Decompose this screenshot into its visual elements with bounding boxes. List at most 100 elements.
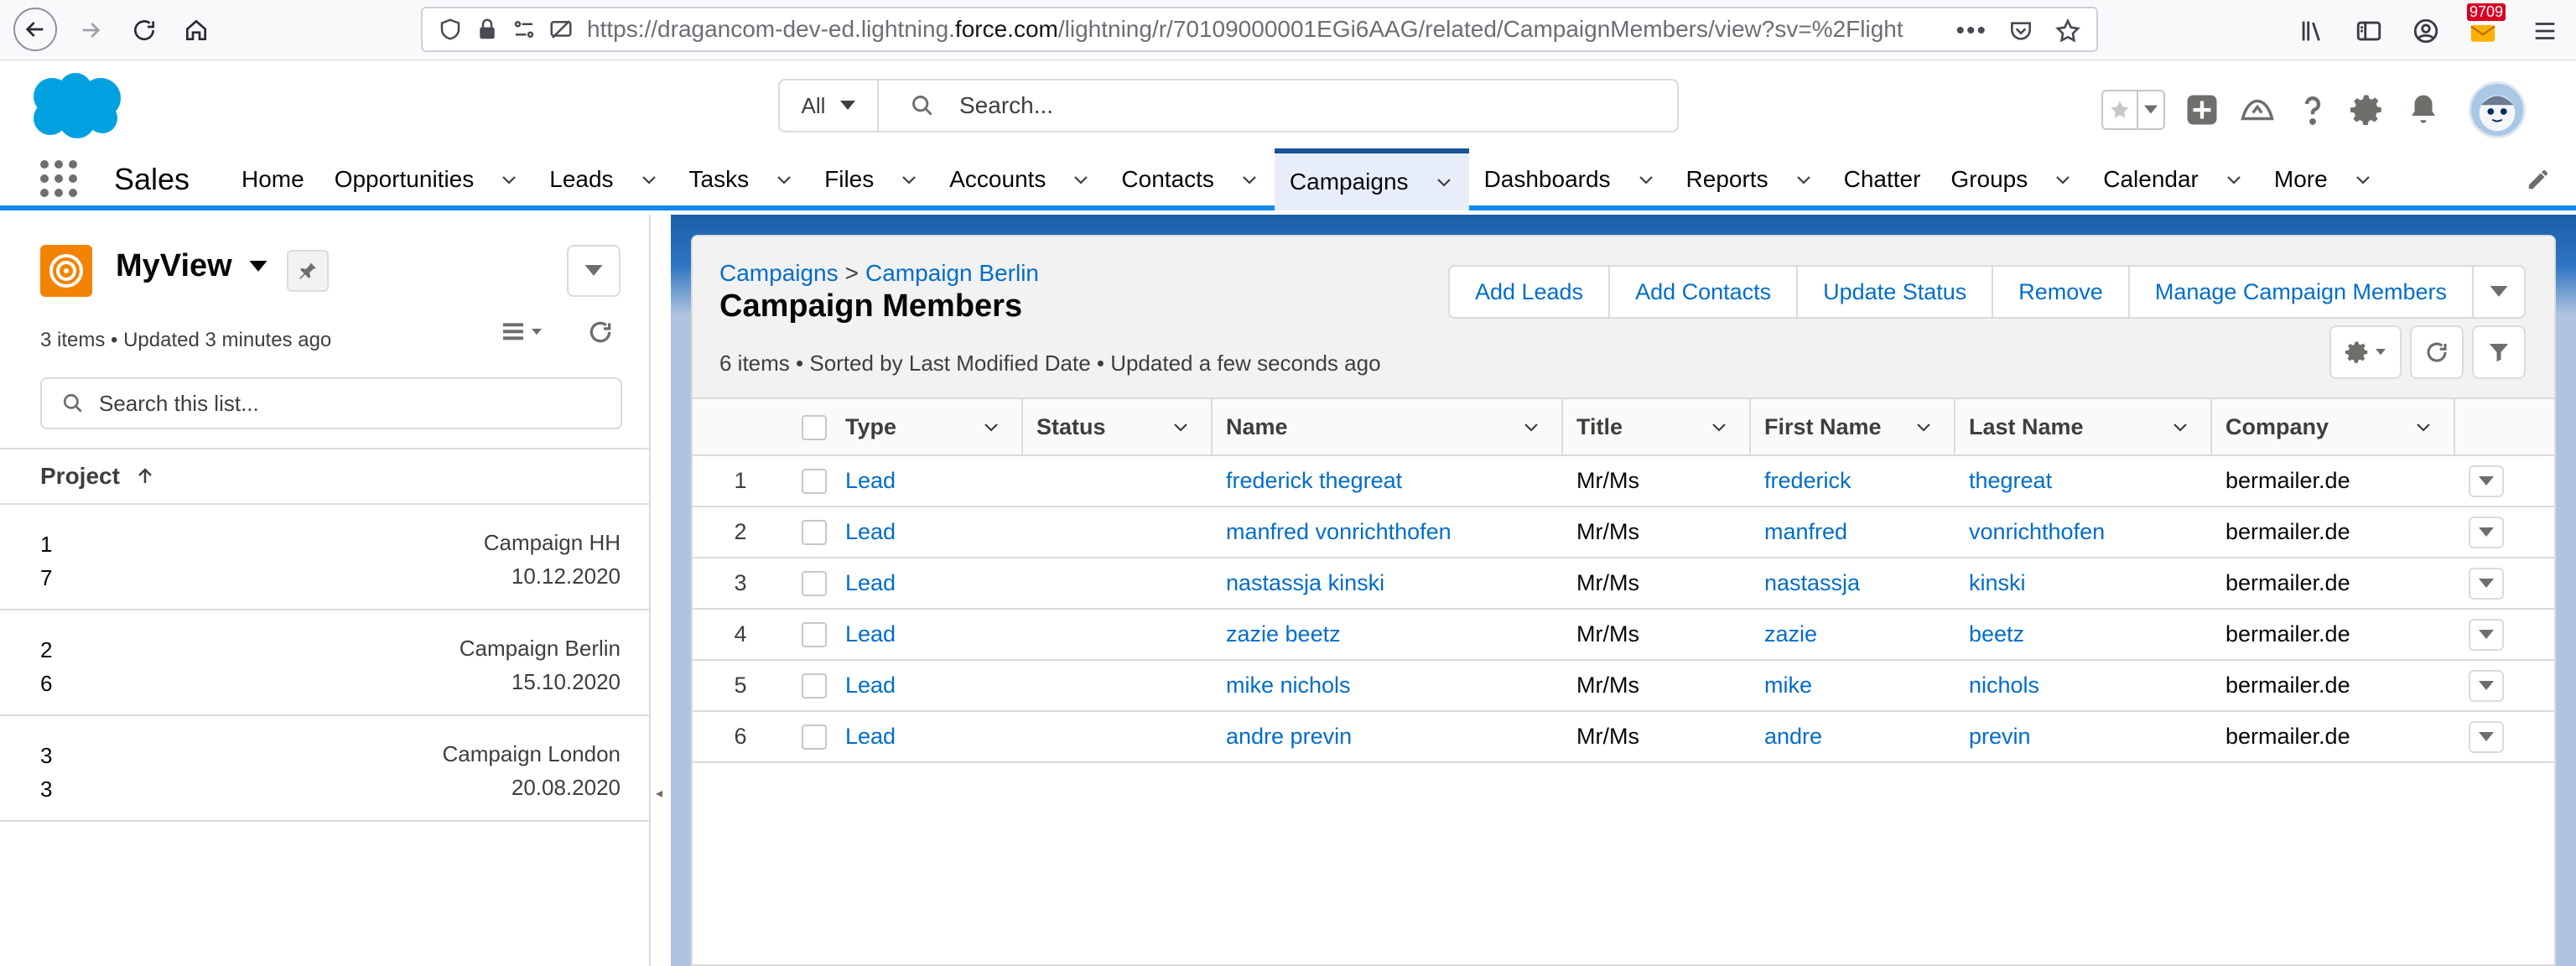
row-checkbox[interactable] [802,724,827,750]
remove-button[interactable]: Remove [1993,267,2130,317]
global-search-input[interactable] [959,92,1630,119]
display-as-button[interactable] [500,319,542,345]
add-leads-button[interactable]: Add Leads [1450,267,1611,317]
chevron-down-icon[interactable] [1171,417,1191,437]
page-actions-icon[interactable]: ••• [1955,17,1987,45]
nav-item-reports[interactable]: Reports [1671,148,1829,210]
app-launcher-button[interactable] [40,160,77,197]
column-header-name[interactable]: Name [1213,399,1563,456]
library-icon[interactable] [2298,17,2326,45]
nav-item-opportunities[interactable]: Opportunities [319,148,535,210]
search-scope-select[interactable]: All [780,80,879,131]
row-actions-button[interactable] [2469,516,2504,548]
sort-by-project-header[interactable]: Project [0,449,649,505]
back-button[interactable] [13,8,57,51]
menu-icon[interactable] [2531,17,2559,45]
nav-item-groups[interactable]: Groups [1935,148,2088,210]
pocket-icon[interactable] [2007,18,2034,44]
chevron-down-icon[interactable] [2170,417,2190,437]
type-link[interactable]: Lead [845,673,896,698]
help-button[interactable] [2294,91,2331,128]
chevron-down-icon[interactable] [1709,417,1729,437]
home-button[interactable] [176,10,216,50]
nav-item-dashboards[interactable]: Dashboards [1469,148,1671,210]
salesforce-logo[interactable] [25,71,124,142]
user-avatar[interactable] [2469,81,2526,138]
column-header-first-name[interactable]: First Name [1751,399,1955,456]
refresh-list-button[interactable] [2410,325,2464,379]
last-link[interactable]: vonrichthofen [1969,519,2105,544]
update-status-button[interactable]: Update Status [1798,267,1994,317]
nav-item-home[interactable]: Home [226,148,319,210]
list-item[interactable]: 1 7 Campaign HH 10.12.2020 [0,505,649,610]
first-link[interactable]: zazie [1764,621,1817,647]
list-view-controls-button[interactable] [567,245,621,297]
add-contacts-button[interactable]: Add Contacts [1610,267,1799,317]
filter-list-button[interactable] [2472,325,2526,379]
row-checkbox[interactable] [802,469,827,495]
favorite-star-button[interactable] [2103,91,2137,128]
first-link[interactable]: mike [1764,673,1812,698]
column-header-company[interactable]: Company [2212,399,2455,456]
bookmark-star-icon[interactable] [2054,18,2081,44]
type-link[interactable]: Lead [845,621,896,647]
name-link[interactable]: frederick thegreat [1226,468,1402,493]
nav-item-leads[interactable]: Leads [534,148,673,210]
manage-campaign-members-button[interactable]: Manage Campaign Members [2130,267,2474,317]
edit-nav-pencil-icon[interactable] [2526,167,2551,192]
nav-item-files[interactable]: Files [809,148,934,210]
setup-button[interactable] [2350,91,2386,128]
row-checkbox[interactable] [802,520,827,546]
list-settings-button[interactable] [2329,325,2402,379]
sidebar-icon[interactable] [2355,17,2383,45]
nav-item-campaigns[interactable]: Campaigns [1274,148,1469,210]
row-actions-button[interactable] [2469,720,2504,753]
last-link[interactable]: thegreat [1969,468,2052,493]
reload-button[interactable] [124,10,164,50]
list-view-selector[interactable]: MyView [116,248,267,284]
type-link[interactable]: Lead [845,724,896,749]
first-link[interactable]: manfred [1764,519,1847,544]
nav-item-more[interactable]: More [2259,148,2388,210]
mail-extension-button[interactable]: 9709 [2467,3,2506,49]
name-link[interactable]: andre previn [1226,724,1352,749]
row-actions-button[interactable] [2469,669,2504,702]
pin-list-button[interactable] [287,250,329,292]
select-all-checkbox[interactable] [802,414,827,440]
last-link[interactable]: previn [1969,724,2031,749]
account-icon[interactable] [2412,17,2440,45]
name-link[interactable]: manfred vonrichthofen [1226,519,1452,544]
row-checkbox[interactable] [802,673,827,699]
nav-item-contacts[interactable]: Contacts [1106,148,1275,210]
more-actions-button[interactable] [2474,267,2524,317]
first-link[interactable]: frederick [1764,468,1852,493]
nav-item-calendar[interactable]: Calendar [2088,148,2259,210]
nav-item-chatter[interactable]: Chatter [1829,148,1936,210]
name-link[interactable]: mike nichols [1226,673,1351,698]
column-header-title[interactable]: Title [1563,399,1751,456]
trailhead-button[interactable] [2239,91,2276,128]
chevron-down-icon[interactable] [1914,417,1934,437]
chevron-down-icon[interactable] [981,417,1001,437]
column-header-status[interactable]: Status [1023,399,1213,456]
list-search-input[interactable] [99,390,602,417]
row-actions-button[interactable] [2469,618,2504,651]
row-actions-button[interactable] [2469,465,2504,497]
address-bar[interactable]: https://dragancom-dev-ed.lightning.force… [421,7,2098,52]
split-view-collapse-handle[interactable]: ◂ [651,215,671,966]
column-header-last-name[interactable]: Last Name [1955,399,2212,456]
notifications-button[interactable] [2405,91,2442,128]
nav-item-accounts[interactable]: Accounts [934,148,1106,210]
name-link[interactable]: zazie beetz [1226,621,1341,647]
row-checkbox[interactable] [802,571,827,597]
global-actions-button[interactable] [2184,91,2220,128]
row-actions-button[interactable] [2469,567,2504,600]
chevron-down-icon[interactable] [1521,417,1541,437]
column-header-type[interactable]: Type [832,399,1023,456]
refresh-icon[interactable] [587,319,614,345]
type-link[interactable]: Lead [845,570,896,595]
row-checkbox[interactable] [802,622,827,648]
type-link[interactable]: Lead [845,519,896,544]
type-link[interactable]: Lead [845,468,896,493]
nav-item-tasks[interactable]: Tasks [674,148,810,210]
